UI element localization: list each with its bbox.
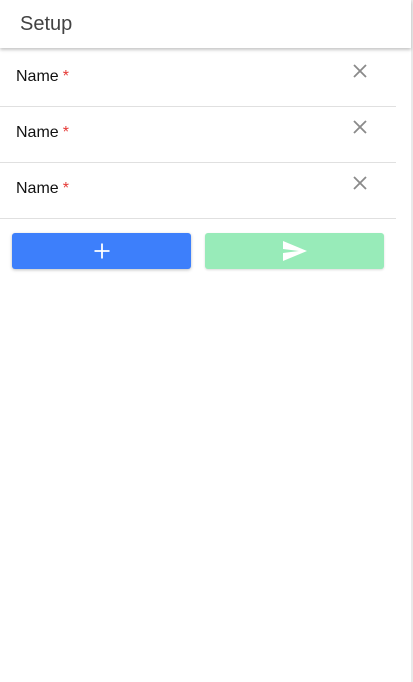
page-title: Setup (20, 13, 73, 35)
send-button[interactable] (205, 233, 384, 269)
remove-field-button[interactable] (352, 63, 368, 79)
field-list: Name * Name * Name * (0, 51, 396, 219)
required-marker: * (62, 124, 69, 141)
required-marker: * (62, 68, 69, 85)
field-label-text: Name (16, 180, 59, 197)
field-label: Name * (16, 68, 69, 86)
field-row[interactable]: Name * (0, 107, 396, 163)
app-screen: Setup Name * Name * Name * (0, 0, 413, 682)
send-icon (282, 241, 307, 261)
required-marker: * (62, 180, 69, 197)
field-label-text: Name (16, 124, 59, 141)
action-bar (12, 233, 384, 269)
remove-field-button[interactable] (352, 175, 368, 191)
add-field-button[interactable] (12, 233, 191, 269)
app-header: Setup (0, 0, 411, 48)
close-icon (353, 176, 367, 190)
field-label-text: Name (16, 68, 59, 85)
close-icon (353, 120, 367, 134)
field-row[interactable]: Name * (0, 51, 396, 107)
field-row[interactable]: Name * (0, 163, 396, 219)
field-label: Name * (16, 180, 69, 198)
close-icon (353, 64, 367, 78)
remove-field-button[interactable] (352, 119, 368, 135)
field-label: Name * (16, 124, 69, 142)
plus-icon (94, 243, 109, 259)
